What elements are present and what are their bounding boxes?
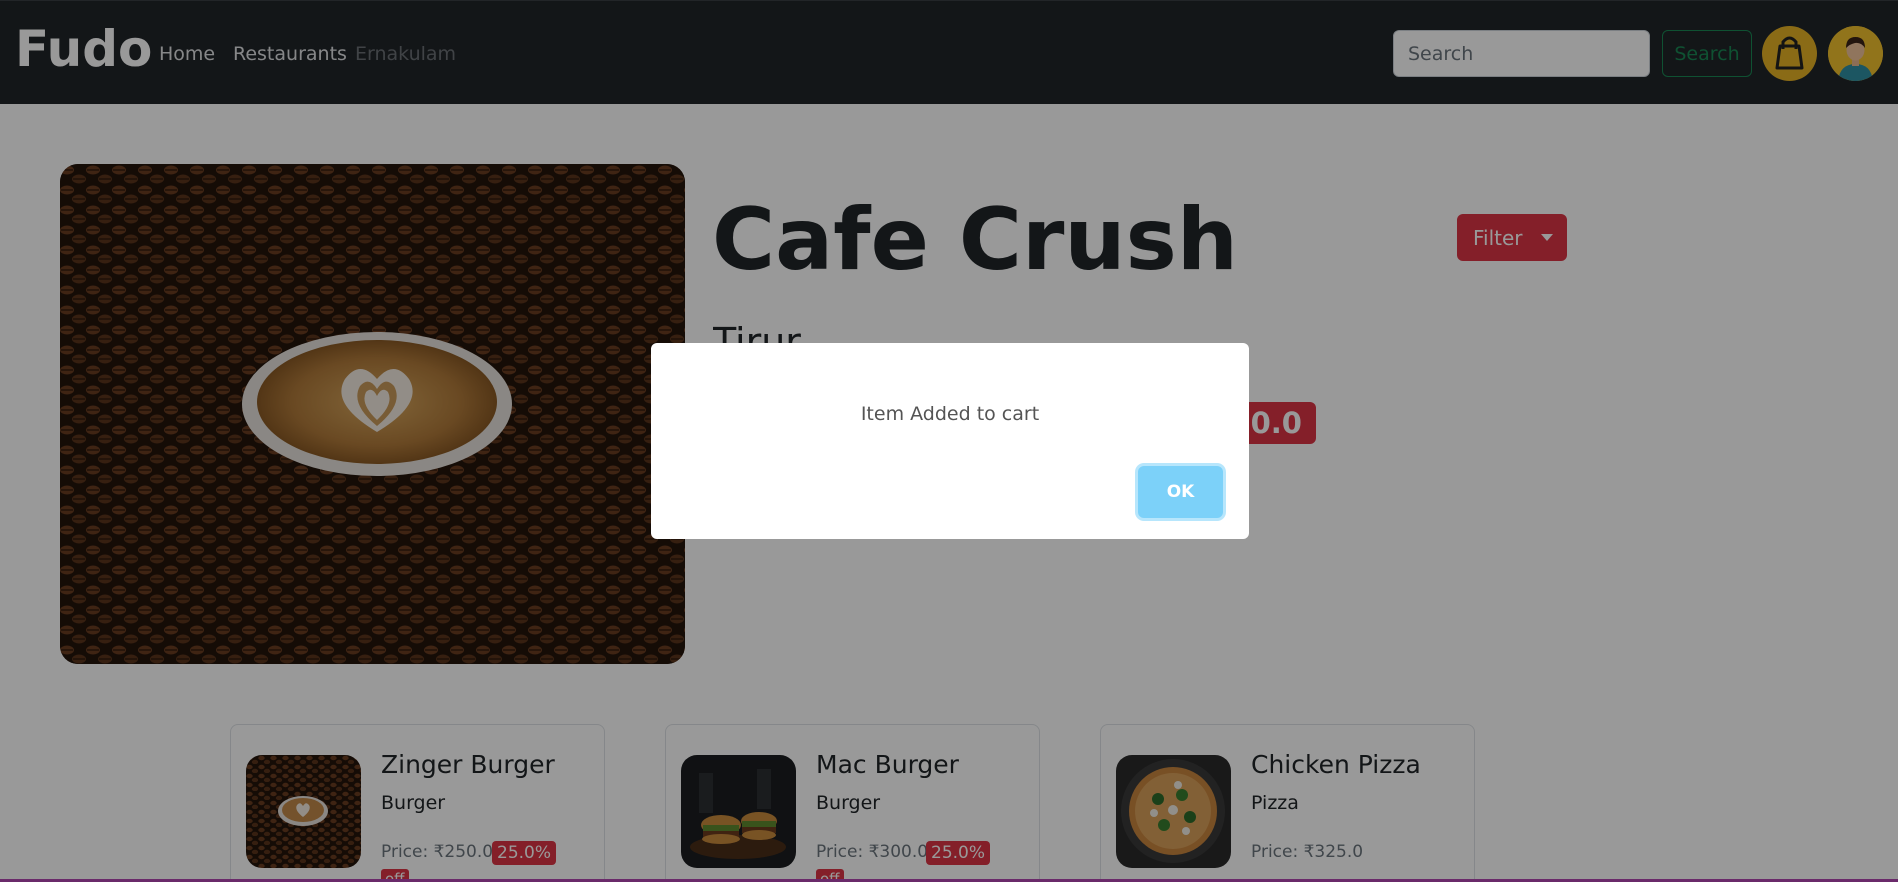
ok-button[interactable]: OK xyxy=(1138,466,1223,518)
dialog-message: Item Added to cart xyxy=(860,403,1040,425)
alert-dialog: Item Added to cart OK xyxy=(651,343,1249,539)
